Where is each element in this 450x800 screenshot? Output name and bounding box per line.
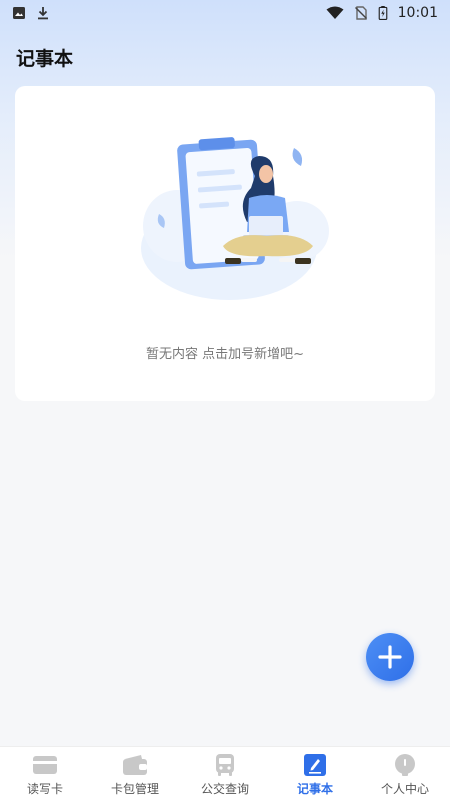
download-icon [38, 7, 48, 20]
tab-read-write-card[interactable]: 读写卡 [0, 747, 90, 800]
bottom-tab-bar: 读写卡 卡包管理 公交查询 记事本 个人中心 [0, 746, 450, 800]
woman-with-laptop-clipboard-illustration [141, 137, 329, 300]
tab-notepad[interactable]: 记事本 [270, 747, 360, 800]
empty-state-message: 暂无内容 点击加号新增吧~ [145, 347, 305, 362]
notes-card: 暂无内容 点击加号新增吧~ [15, 86, 435, 401]
status-right: 10:01 [326, 5, 438, 21]
tab-label: 卡包管理 [110, 782, 159, 796]
tab-personal-center[interactable]: 个人中心 [360, 747, 450, 800]
wifi-icon [326, 6, 344, 19]
tab-label: 公交查询 [200, 782, 249, 796]
status-bar: 10:01 [0, 0, 450, 26]
battery-icon [378, 6, 387, 20]
plus-icon [378, 645, 402, 669]
page-title: 记事本 [16, 48, 74, 70]
wallet-icon [123, 755, 147, 775]
bus-icon [216, 754, 234, 776]
tab-bus-query[interactable]: 公交查询 [180, 747, 270, 800]
tab-card-wallet[interactable]: 卡包管理 [90, 747, 180, 800]
tab-label: 个人中心 [380, 782, 429, 796]
card-icon [33, 756, 57, 774]
status-time: 10:01 [397, 5, 438, 21]
add-note-button[interactable] [366, 633, 414, 681]
image-icon [13, 7, 25, 19]
tab-label: 读写卡 [26, 782, 63, 796]
no-sim-icon [354, 6, 367, 20]
status-left [12, 6, 50, 20]
notepad-icon [304, 754, 326, 776]
person-icon [395, 754, 415, 776]
tab-label: 记事本 [296, 782, 333, 796]
